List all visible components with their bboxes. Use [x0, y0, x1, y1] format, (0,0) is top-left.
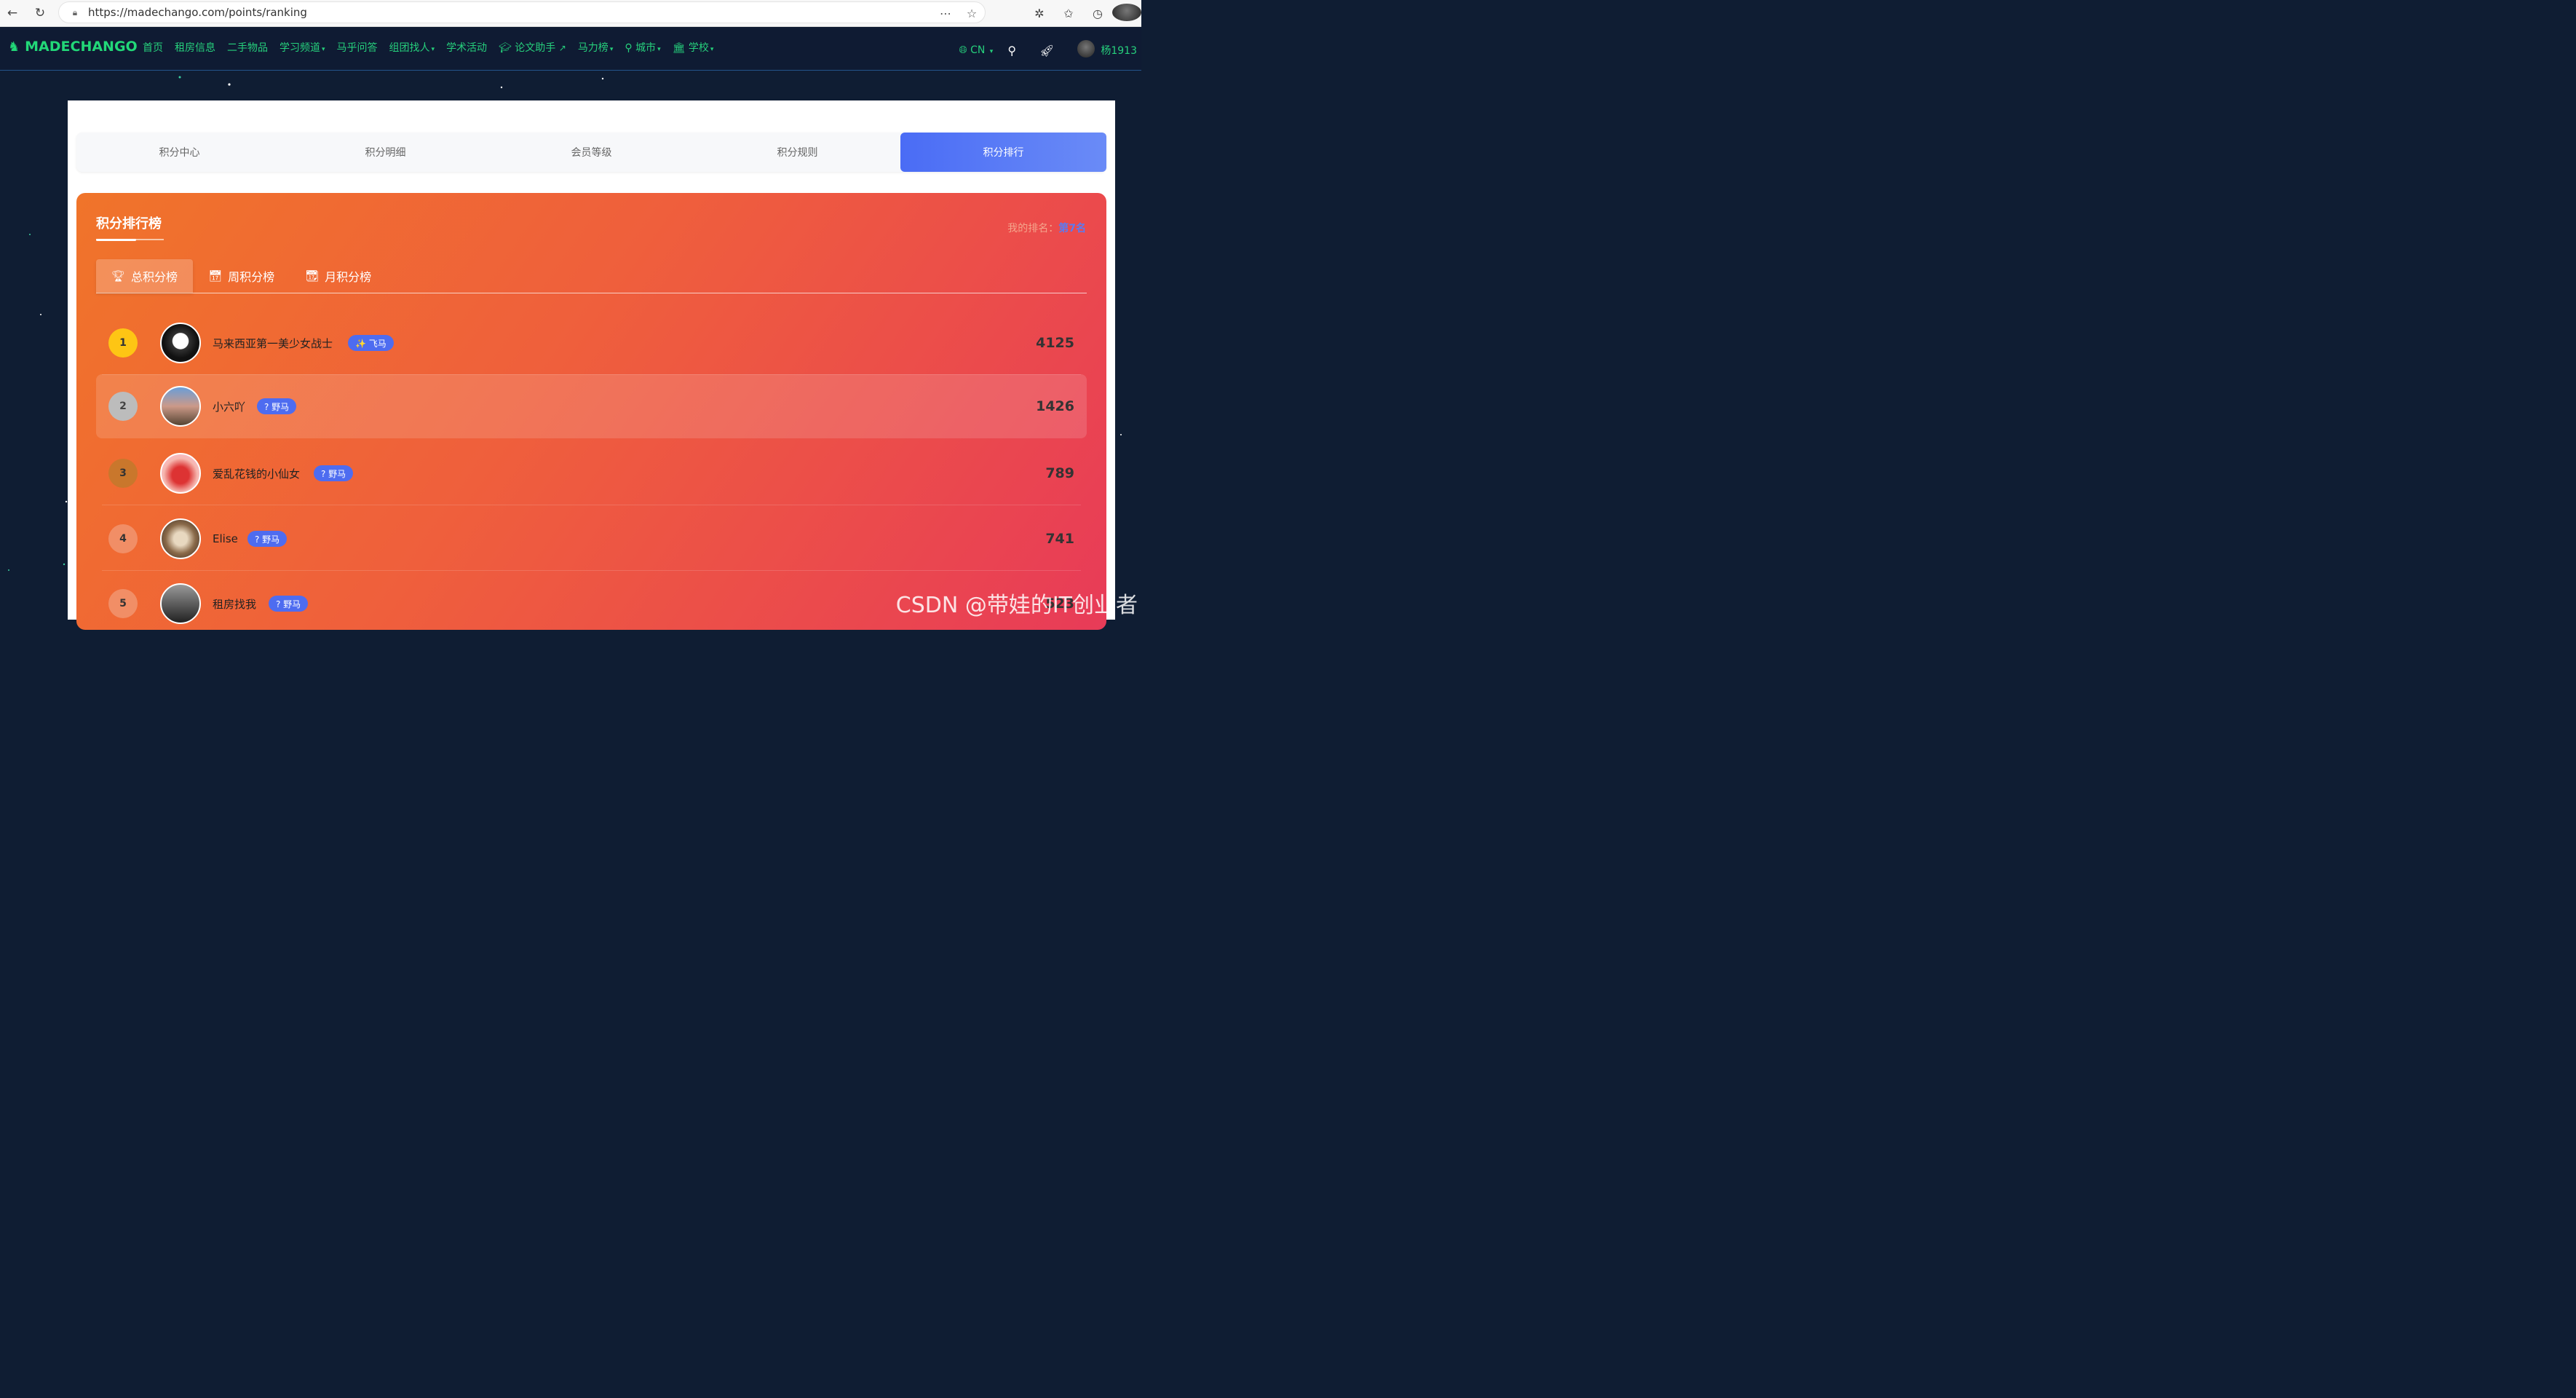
- ranking-row[interactable]: 4 Elise ? 野马 741: [96, 507, 1087, 571]
- nav-study[interactable]: 学习频道 ▾: [280, 40, 325, 55]
- caret-down-icon: ▾: [609, 46, 614, 53]
- panel-title: 积分排行榜: [96, 216, 162, 232]
- browser-toolbar: ← ↻ 🔒︎ https://madechango.com/points/ran…: [0, 0, 1141, 27]
- nav-secondhand[interactable]: 二手物品: [227, 40, 268, 55]
- nav-rental[interactable]: 租房信息: [175, 40, 215, 55]
- watermark: CSDN @带娃的IT创业者: [895, 593, 1138, 618]
- logo-text: MADECHANGO: [25, 39, 138, 55]
- points-tabs: 积分中心 积分明细 会员等级 积分规则 积分排行: [76, 133, 1106, 172]
- user-avatar: [160, 386, 201, 427]
- back-icon[interactable]: ←: [4, 5, 20, 21]
- level-badge: ? 野马: [314, 465, 354, 481]
- user-avatar: [160, 583, 201, 624]
- user-score: 741: [1045, 531, 1074, 547]
- language-selector[interactable]: 🌐︎ CN ▾: [959, 44, 993, 56]
- tab-total-board[interactable]: 🏆︎ 总积分榜: [96, 259, 194, 293]
- user-avatar: [160, 323, 201, 363]
- university-icon: 🏛︎: [672, 42, 686, 54]
- horse-icon: ♞: [8, 39, 20, 55]
- user-score: 4125: [1036, 335, 1074, 351]
- ranking-row[interactable]: 1 马来西亚第一美少女战士 ✨ 飞马 4125: [96, 311, 1087, 375]
- trophy-icon: 🏆︎: [111, 269, 126, 283]
- main-menu: 首页 租房信息 二手物品 学习频道 ▾ 马乎问答 组团找人 ▾ 学术活动 🎓︎ 论文…: [143, 40, 725, 55]
- nav-qa[interactable]: 马乎问答: [337, 40, 378, 55]
- level-badge: ? 野马: [257, 398, 297, 414]
- calendar-grid-icon: 📆︎: [305, 269, 320, 283]
- rank-number: 3: [108, 459, 138, 488]
- calendar-icon: 📅︎: [208, 269, 223, 283]
- user-score: 789: [1045, 465, 1074, 481]
- caret-down-icon: ▾: [431, 46, 435, 53]
- ranking-row[interactable]: 3 爱乱花钱的小仙女 ? 野马 789: [96, 441, 1087, 505]
- history-icon[interactable]: ◷: [1083, 7, 1112, 20]
- tab-member-level[interactable]: 会员等级: [488, 133, 694, 172]
- nav-team[interactable]: 组团找人 ▾: [389, 40, 435, 55]
- nav-leaderboard[interactable]: 马力榜 ▾: [578, 40, 614, 55]
- level-badge: ? 野马: [269, 596, 309, 612]
- user-name: 小六吖: [213, 400, 246, 414]
- favorite-star-icon[interactable]: ☆: [959, 7, 985, 20]
- rank-number: 5: [108, 589, 138, 618]
- nav-school[interactable]: 🏛︎ 学校 ▾: [673, 40, 714, 55]
- caret-down-icon: ▾: [322, 46, 325, 53]
- board-tabs: 🏆︎ 总积分榜 📅︎ 周积分榜 📆︎ 月积分榜: [96, 259, 1087, 293]
- nav-paper-assistant[interactable]: 🎓︎ 论文助手 ↗: [499, 40, 566, 55]
- tab-points-rules[interactable]: 积分规则: [694, 133, 900, 172]
- rank-number: 4: [108, 524, 138, 553]
- user-name[interactable]: 杨1913: [1101, 43, 1137, 58]
- points-card: 积分中心 积分明细 会员等级 积分规则 积分排行 积分排行榜 我的排名：第7名 …: [68, 100, 1115, 630]
- tab-points-center[interactable]: 积分中心: [76, 133, 282, 172]
- user-name: 马来西亚第一美少女战士: [213, 336, 333, 350]
- nav-city[interactable]: ⚲ 城市 ▾: [625, 40, 660, 55]
- user-avatar: [160, 518, 201, 559]
- my-rank: 我的排名：第7名: [1007, 223, 1086, 234]
- tab-weekly-board[interactable]: 📅︎ 周积分榜: [193, 259, 290, 293]
- user-score: 1426: [1036, 398, 1074, 414]
- map-pin-icon: ⚲: [625, 42, 633, 54]
- lock-icon: 🔒︎: [72, 7, 78, 17]
- more-icon[interactable]: ⋯: [932, 7, 959, 20]
- user-name: Elise: [213, 532, 238, 545]
- nav-academic[interactable]: 学术活动: [446, 40, 487, 55]
- favorites-icon[interactable]: ✩: [1054, 7, 1083, 20]
- rocket-icon[interactable]: 🚀︎: [1039, 44, 1054, 58]
- url-text: https://madechango.com/points/ranking: [88, 6, 307, 19]
- graduation-cap-icon: 🎓︎: [499, 42, 512, 54]
- profile-avatar[interactable]: [1112, 3, 1141, 24]
- user-avatar[interactable]: [1077, 40, 1095, 60]
- user-name: 爱乱花钱的小仙女: [213, 467, 301, 481]
- globe-icon: 🌐︎: [959, 44, 967, 56]
- tab-points-ranking[interactable]: 积分排行: [900, 133, 1106, 172]
- level-badge: ✨ 飞马: [348, 335, 394, 351]
- nav-home[interactable]: 首页: [143, 40, 163, 55]
- external-link-icon: ↗: [558, 43, 566, 53]
- title-underline: [96, 239, 164, 241]
- address-bar[interactable]: 🔒︎ https://madechango.com/points/ranking…: [58, 1, 986, 23]
- site-navbar: ♞ MADECHANGO 首页 租房信息 二手物品 学习频道 ▾ 马乎问答 组团找…: [0, 27, 1141, 71]
- caret-down-icon: ▾: [657, 46, 661, 53]
- site-logo[interactable]: ♞ MADECHANGO: [8, 39, 138, 55]
- refresh-icon[interactable]: ↻: [32, 5, 48, 21]
- ranking-panel: 积分排行榜 我的排名：第7名 🏆︎ 总积分榜 📅︎ 周积分榜 📆︎ 月积分榜 1 马来…: [76, 193, 1106, 630]
- search-icon[interactable]: ⚲: [1007, 44, 1016, 58]
- ranking-row[interactable]: 2 小六吖 ? 野马 1426: [96, 374, 1087, 438]
- caret-down-icon: ▾: [710, 46, 714, 53]
- tab-points-detail[interactable]: 积分明细: [282, 133, 488, 172]
- tab-monthly-board[interactable]: 📆︎ 月积分榜: [290, 259, 387, 293]
- my-rank-value: 第7名: [1058, 223, 1086, 234]
- level-badge: ? 野马: [247, 531, 288, 547]
- rank-number: 2: [108, 392, 138, 421]
- rank-number: 1: [108, 328, 138, 358]
- extensions-icon[interactable]: ✲: [1025, 7, 1054, 20]
- user-name: 租房找我: [213, 597, 257, 611]
- user-avatar: [160, 453, 201, 494]
